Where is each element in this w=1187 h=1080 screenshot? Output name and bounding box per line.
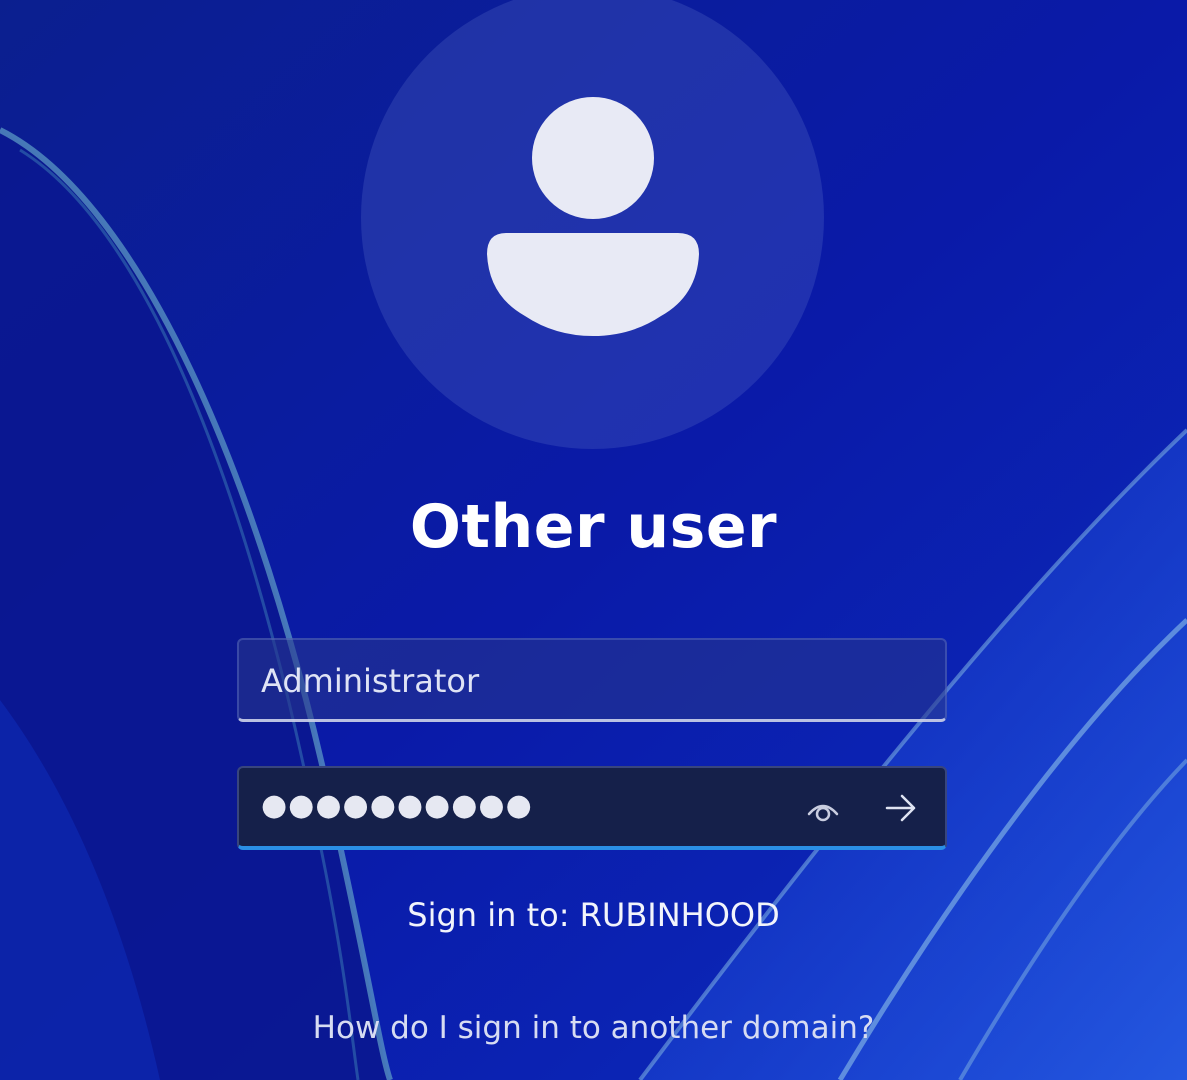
username-value: Administrator (261, 662, 480, 700)
sign-in-domain-label: Sign in to: RUBINHOOD (407, 896, 780, 934)
page-title: Other user (409, 492, 778, 562)
another-domain-help-link[interactable]: How do I sign in to another domain? (0, 1010, 1187, 1046)
arrow-right-icon[interactable] (881, 788, 921, 828)
person-icon (487, 97, 699, 336)
username-field[interactable]: Administrator (237, 638, 947, 722)
password-field[interactable]: ●●●●●●●●●● (237, 766, 947, 850)
password-masked-value: ●●●●●●●●●● (261, 788, 533, 823)
eye-icon[interactable] (805, 794, 841, 826)
